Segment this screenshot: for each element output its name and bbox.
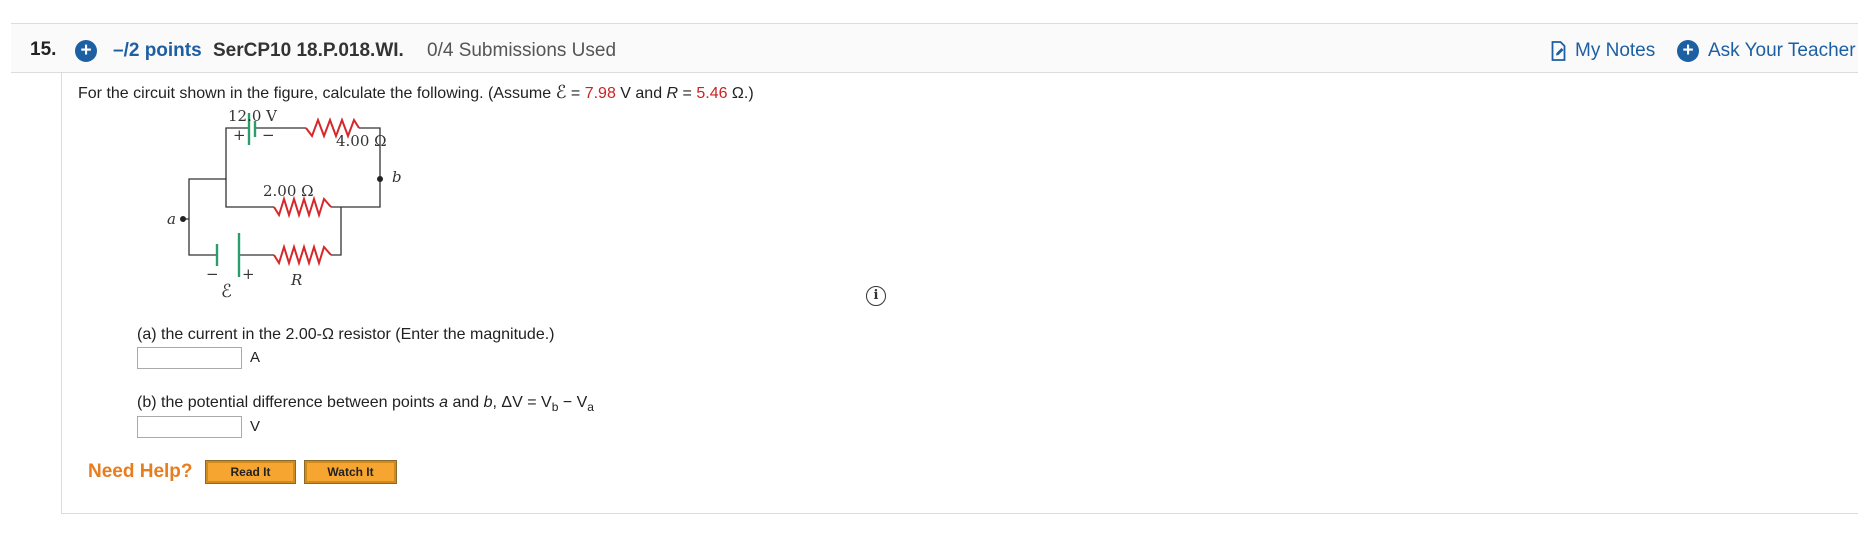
point-b-dot bbox=[377, 176, 383, 182]
battery-12v-label: 12.0 V bbox=[228, 107, 278, 125]
part-a-answer-input[interactable] bbox=[137, 347, 242, 369]
point-a-dot bbox=[180, 216, 186, 222]
resistor-4ohm-label: 4.00 Ω bbox=[336, 132, 387, 150]
question-number: 15. bbox=[30, 39, 57, 60]
question-prompt: For the circuit shown in the figure, cal… bbox=[78, 82, 754, 103]
question-code: SerCP10 18.P.018.WI. bbox=[213, 40, 404, 61]
need-help-label: Need Help? bbox=[88, 461, 193, 482]
battery-minus-bottom: − bbox=[206, 265, 219, 283]
part-b-answer-input[interactable] bbox=[137, 416, 242, 438]
battery-plus-top: + bbox=[233, 126, 246, 144]
read-it-button[interactable]: Read It bbox=[205, 460, 296, 484]
notes-icon[interactable] bbox=[1550, 41, 1567, 61]
ask-teacher-icon[interactable]: + bbox=[1677, 40, 1699, 62]
resistor-r-label: R bbox=[290, 271, 302, 289]
my-notes-link[interactable]: My Notes bbox=[1575, 40, 1655, 62]
part-a-unit: A bbox=[250, 349, 261, 366]
battery-minus-top: − bbox=[262, 126, 275, 144]
part-b-unit: V bbox=[250, 418, 261, 435]
submissions-used: 0/4 Submissions Used bbox=[427, 40, 617, 61]
expand-points-icon[interactable]: + bbox=[75, 40, 97, 62]
point-b-label: b bbox=[392, 168, 402, 186]
circuit-diagram: 12.0 V + − 4.00 Ω 2.00 Ω a b − + R ℰ bbox=[167, 107, 402, 302]
part-b-label: (b) the potential difference between poi… bbox=[137, 394, 594, 415]
battery-plus-bottom: + bbox=[242, 265, 255, 283]
point-a-label: a bbox=[167, 210, 176, 228]
ask-teacher-link[interactable]: Ask Your Teacher bbox=[1708, 40, 1856, 62]
resistor-2ohm-label: 2.00 Ω bbox=[263, 182, 314, 200]
question-header: 15. + –/2 points SerCP10 18.P.018.WI. 0/… bbox=[11, 23, 1858, 73]
watch-it-button[interactable]: Watch It bbox=[304, 460, 397, 484]
points-label: –/2 points bbox=[113, 40, 202, 61]
info-icon[interactable]: i bbox=[866, 286, 886, 306]
emf-label: ℰ bbox=[221, 281, 232, 302]
part-a-label: (a) the current in the 2.00-Ω resistor (… bbox=[137, 326, 555, 343]
